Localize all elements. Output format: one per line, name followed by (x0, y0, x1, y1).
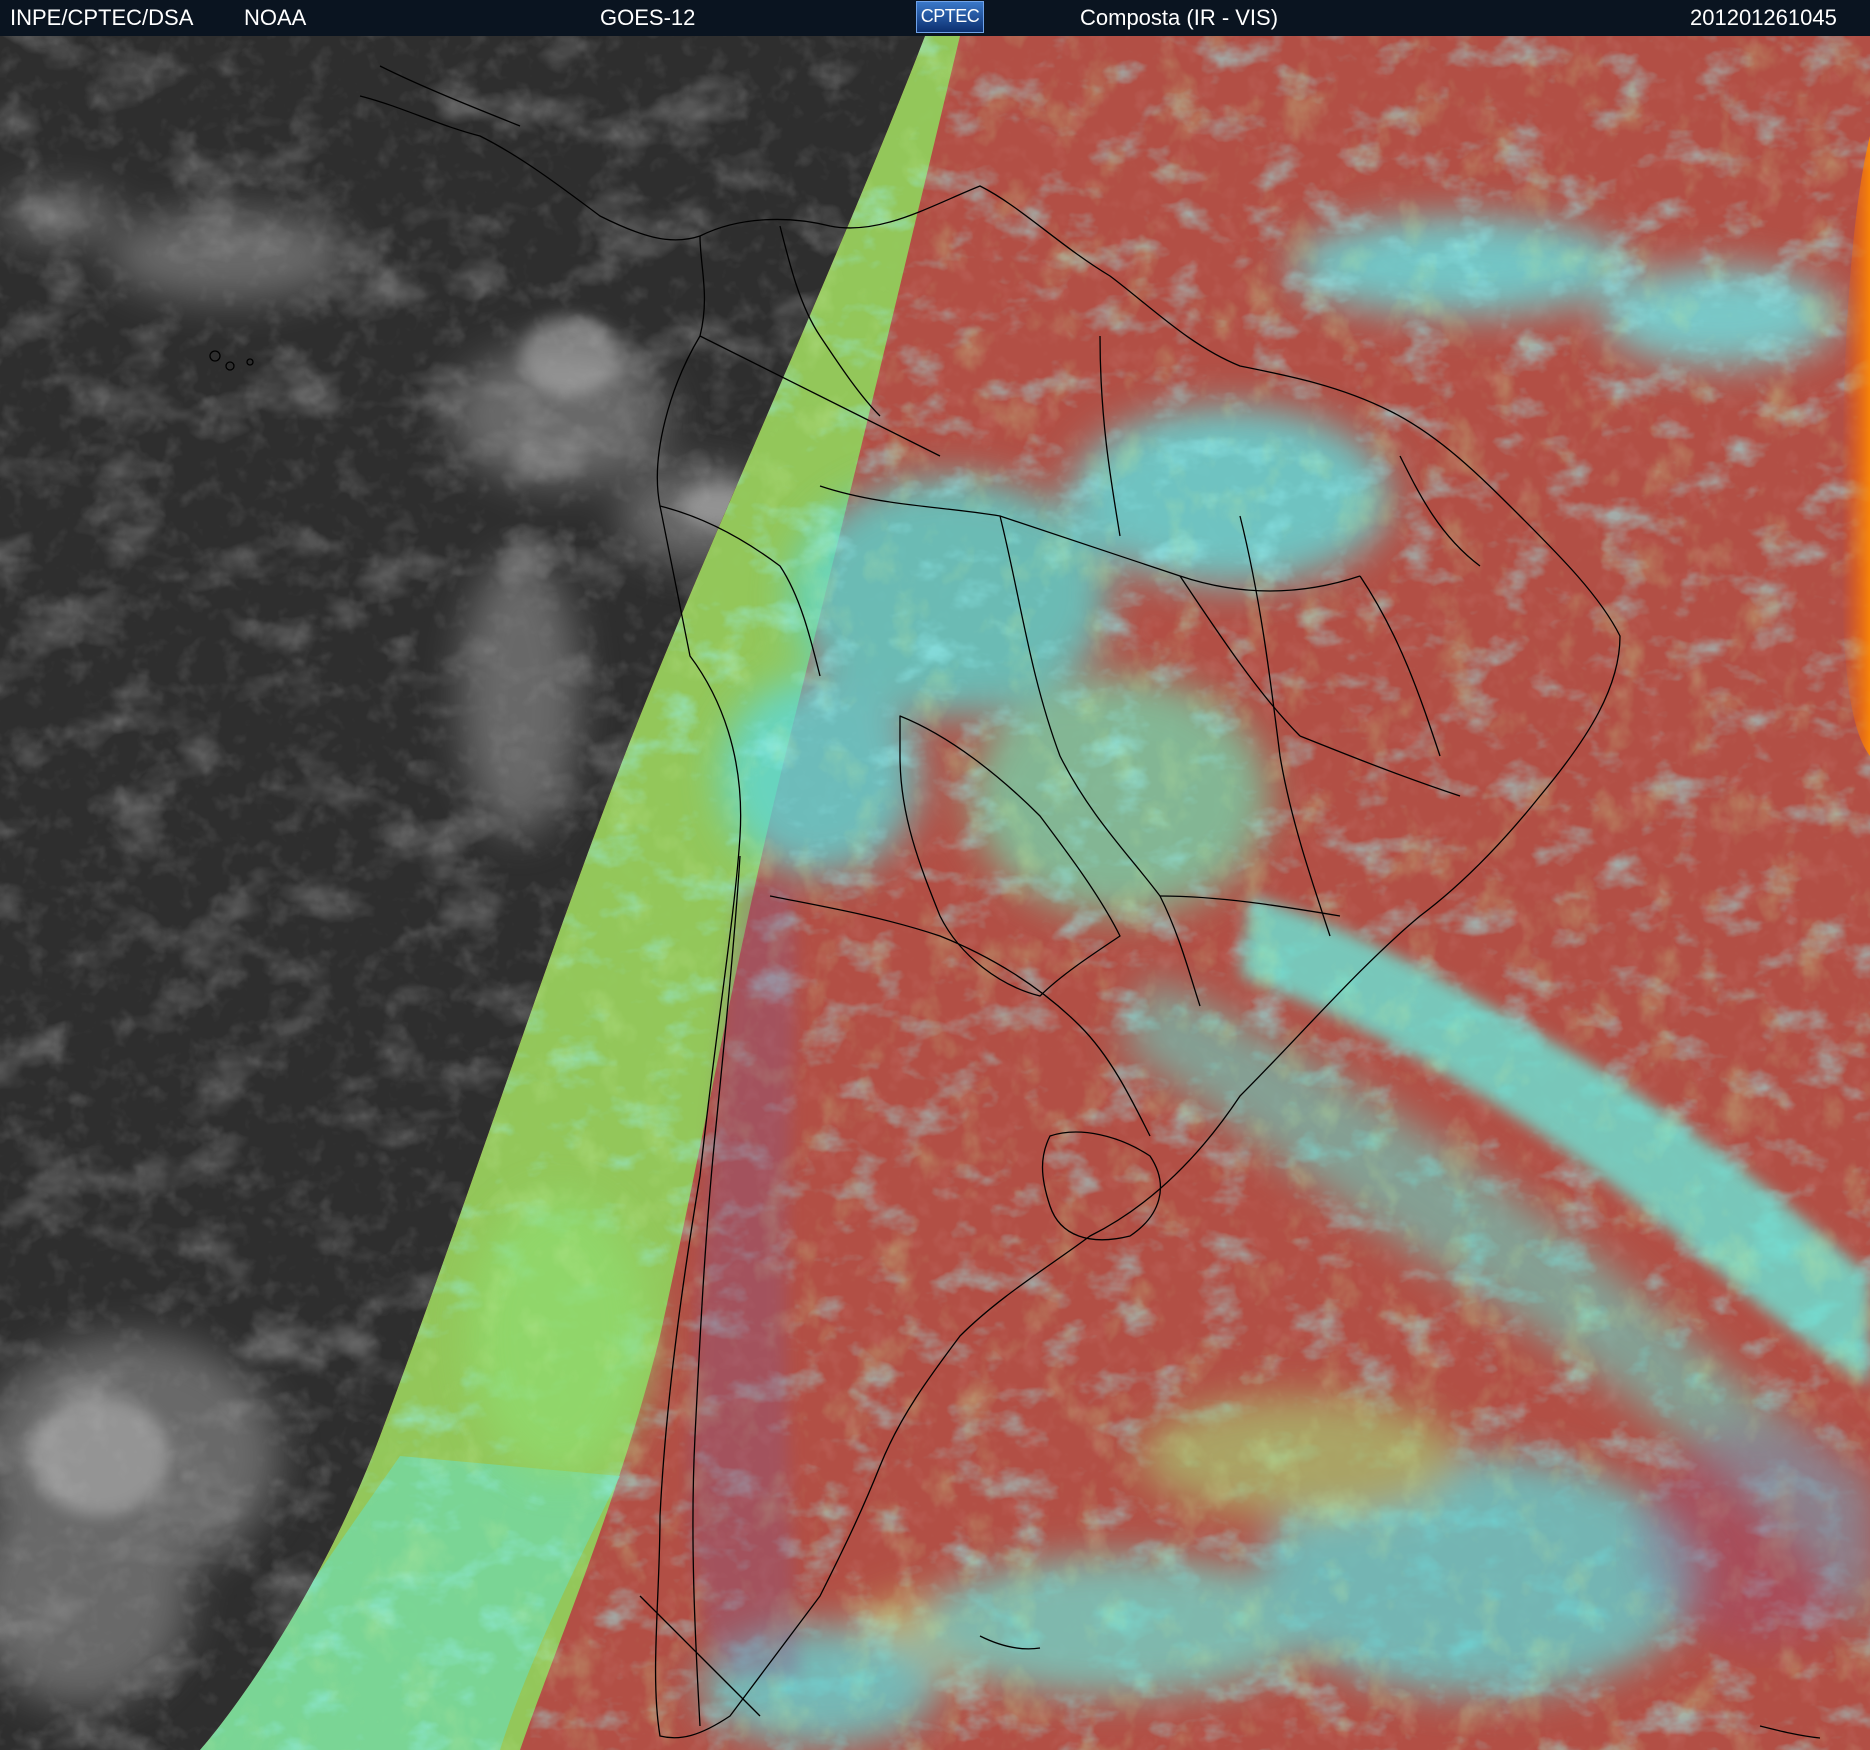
cptec-logo: CPTEC (916, 1, 984, 33)
image-header-bar: INPE/CPTEC/DSA NOAA GOES-12 CPTEC Compos… (0, 0, 1870, 36)
satellite-label: GOES-12 (600, 5, 696, 30)
product-label: Composta (IR - VIS) (1080, 5, 1279, 30)
agency-label: INPE/CPTEC/DSA (10, 5, 194, 30)
satellite-image-frame: INPE/CPTEC/DSA NOAA GOES-12 CPTEC Compos… (0, 0, 1870, 1750)
source-label: NOAA (244, 5, 307, 30)
timestamp-label: 201201261045 (1690, 5, 1837, 30)
satellite-composite-image (0, 36, 1870, 1750)
